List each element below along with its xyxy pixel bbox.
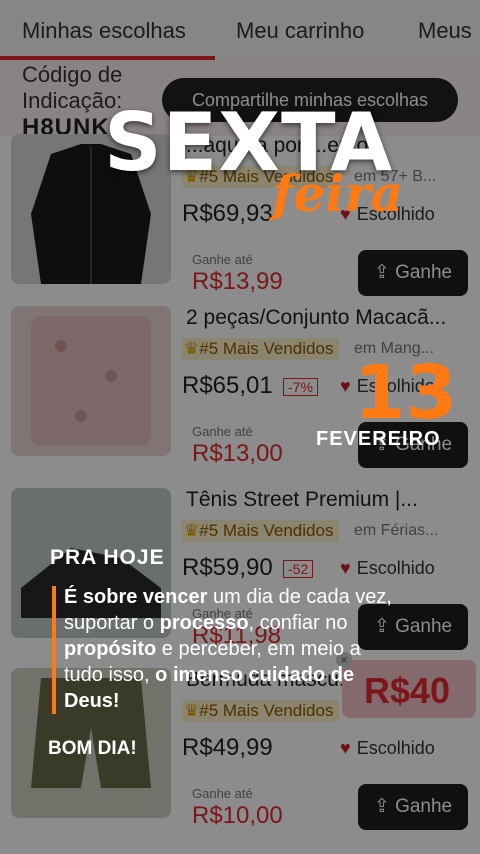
story-headline-script: feira	[272, 164, 404, 223]
earn-value: R$13,00	[192, 440, 283, 467]
share-icon: ⇪	[373, 262, 396, 283]
crown-icon: ♛	[184, 521, 200, 540]
product-price: R$69,93	[182, 200, 273, 227]
earn-button[interactable]: ⇪ Ganhe	[358, 784, 468, 830]
discount-badge: -7%	[283, 378, 318, 396]
earn-label: Ganhe até	[192, 786, 253, 801]
product-price: R$59,90	[182, 554, 273, 581]
bestseller-badge: ♛#5 Mais Vendidos	[182, 520, 340, 542]
crown-icon: ♛	[184, 339, 200, 358]
discount-badge: -52	[283, 560, 314, 578]
tab-my-choices[interactable]: Minhas escolhas	[22, 18, 186, 44]
quote-accent-bar	[52, 586, 56, 714]
tab-bar: Minhas escolhas Meu carrinho Meus	[0, 0, 480, 60]
favorite-toggle[interactable]: ♥ Escolhido	[340, 738, 435, 759]
favorite-label: Escolhido	[356, 738, 435, 758]
product-title[interactable]: Tênis Street Premium |...	[186, 488, 470, 512]
tab-mine[interactable]: Meus	[418, 18, 472, 44]
message-part: processo	[159, 612, 249, 634]
badge-label: #5 Mais Vendidos	[199, 339, 334, 358]
message-part: É sobre vencer	[64, 586, 208, 608]
favorite-toggle[interactable]: ♥ Escolhido	[340, 558, 435, 579]
story-day: 13	[354, 350, 457, 436]
earn-label: Ganhe até	[192, 252, 253, 267]
heart-icon: ♥	[340, 738, 351, 758]
product-price: R$49,99	[182, 734, 273, 761]
earn-button-label: Ganhe	[395, 796, 453, 817]
story-message: É sobre vencer um dia de cada vez, supor…	[64, 584, 404, 714]
pajama-set-icon	[31, 316, 151, 446]
share-icon: ⇪	[373, 796, 396, 817]
message-part: , confiar no	[248, 612, 348, 634]
favorite-label: Escolhido	[356, 558, 435, 578]
product-category[interactable]: em Férias...	[354, 522, 464, 540]
earn-value: R$10,00	[192, 802, 283, 829]
product-image[interactable]	[11, 306, 171, 456]
heart-icon: ♥	[340, 558, 351, 578]
earn-button-label: Ganhe	[395, 262, 453, 283]
product-price: R$65,01	[182, 372, 273, 399]
earn-label: Ganhe até	[192, 424, 253, 439]
product-title[interactable]: 2 peças/Conjunto Macacã...	[186, 306, 470, 330]
story-kicker: PRA HOJE	[50, 546, 165, 569]
bestseller-badge: ♛#5 Mais Vendidos	[182, 338, 340, 360]
tab-my-cart[interactable]: Meu carrinho	[236, 18, 364, 44]
story-month: FEVEREIRO	[316, 428, 441, 450]
story-signoff: BOM DIA!	[48, 738, 137, 759]
earn-button[interactable]: ⇪ Ganhe	[358, 250, 468, 296]
message-part: propósito	[64, 638, 157, 660]
badge-label: #5 Mais Vendidos	[199, 521, 334, 540]
heart-icon: ♥	[340, 376, 351, 396]
earn-value: R$13,99	[192, 268, 283, 295]
